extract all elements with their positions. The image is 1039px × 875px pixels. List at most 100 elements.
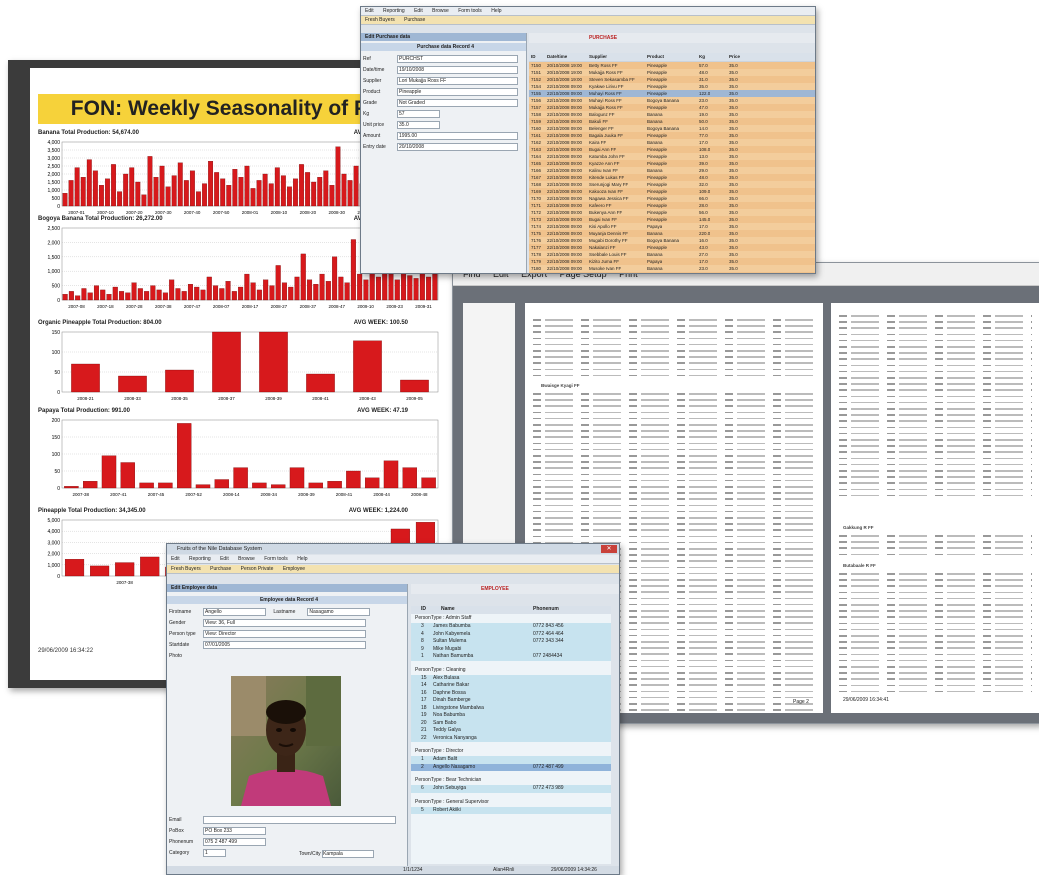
preview-row: [839, 633, 1032, 639]
preview-row-text: [839, 597, 1032, 600]
close-icon[interactable]: ✕: [601, 545, 617, 553]
preview-row-text: [533, 523, 815, 525]
purchase-field-value[interactable]: 35.0: [397, 121, 440, 129]
employee-row[interactable]: 19 Noa Babumba: [411, 712, 611, 720]
emp-menu-edit-2[interactable]: Edit: [220, 556, 229, 562]
employee-cell: John Sebuyiga: [433, 785, 467, 791]
purchase-field-value[interactable]: Pineapple: [397, 88, 518, 96]
tab-emp-purchase[interactable]: Purchase: [210, 566, 231, 572]
preview-row: [839, 375, 1032, 381]
preview-row: [839, 456, 1032, 462]
employee-cell: 6: [421, 785, 424, 791]
menu-help[interactable]: Help: [491, 8, 501, 14]
firstname-field[interactable]: Angello: [203, 608, 266, 616]
emp-menu-form-tools[interactable]: Form tools: [264, 556, 288, 562]
preview-row-text: [839, 401, 1032, 404]
preview-row: [533, 323, 815, 329]
employee-row[interactable]: 9 Mike Mugabi: [411, 645, 611, 653]
purchase-field-value[interactable]: 57: [397, 110, 440, 118]
preview-row-text: [533, 405, 815, 407]
menu-reporting[interactable]: Reporting: [383, 8, 405, 14]
bar: [156, 289, 162, 301]
tab-fresh-buyers[interactable]: Fresh Buyers: [365, 17, 395, 23]
bar: [244, 273, 250, 301]
tab-emp-fresh-buyers[interactable]: Fresh Buyers: [171, 566, 201, 572]
menu-edit-2[interactable]: Edit: [414, 8, 423, 14]
purchase-cell: 22/10/2008 09:00: [547, 272, 582, 273]
person-type-group[interactable]: PersonType : Admin Staff: [411, 615, 611, 623]
preview-row: [533, 447, 815, 453]
tab-purchase[interactable]: Purchase: [404, 17, 425, 23]
person-type-group[interactable]: PersonType : Cleaning: [411, 667, 611, 675]
employee-field-value[interactable]: 07/01/2005: [203, 641, 366, 649]
purchase-field-value[interactable]: Not Graded: [397, 99, 518, 107]
employee-grid[interactable]: ID Name Phonenum PersonType : Admin Staf…: [411, 606, 611, 864]
employee-row[interactable]: 1 Adam Balit: [411, 756, 611, 764]
employee-row[interactable]: 21 Teddy Galya: [411, 727, 611, 735]
employee-contact-value[interactable]: 075 2 487 499: [203, 838, 266, 846]
x-tick-label: 2008-41: [312, 396, 329, 401]
employee-row[interactable]: 18 Livingstone Mambalwa: [411, 704, 611, 712]
employee-row[interactable]: 22 Veronica Nanyanga: [411, 734, 611, 742]
preview-row: [839, 577, 1032, 583]
menu-edit[interactable]: Edit: [365, 8, 374, 14]
employee-cell: 15: [421, 674, 427, 681]
preview-row-text: [839, 476, 1032, 478]
purchase-grid[interactable]: ID Date/time Supplier Product Kg Price 7150 20/…: [529, 53, 815, 273]
employee-row[interactable]: 17 Dinah Bamberge: [411, 697, 611, 705]
bar: [112, 286, 118, 301]
employee-row[interactable]: 5 Robert Akiiki: [411, 806, 611, 814]
tab-emp-person-private[interactable]: Person Private: [241, 566, 274, 572]
employee-row[interactable]: 20 Sam Babo: [411, 719, 611, 727]
purchase-field-value[interactable]: 19/10/2008: [397, 66, 518, 74]
preview-row-text: [839, 482, 1032, 484]
purchase-field-value[interactable]: 20/10/2008: [397, 143, 518, 151]
menu-browse[interactable]: Browse: [432, 8, 449, 14]
emp-menu-reporting[interactable]: Reporting: [189, 556, 211, 562]
employee-row[interactable]: 2 Angello Nasagamo 0772 487 499: [411, 763, 611, 771]
purchase-field-value[interactable]: 1995.00: [397, 132, 518, 140]
preview-row-text: [839, 647, 1032, 649]
emp-menu-browse[interactable]: Browse: [238, 556, 255, 562]
preview-row: [533, 317, 815, 323]
menu-form-tools[interactable]: Form tools: [458, 8, 482, 14]
purchase-row[interactable]: 7181 22/10/2008 09:00 Babirye Ann FF Pineap…: [529, 272, 815, 273]
employee-cell: Noa Babumba: [433, 712, 465, 718]
employee-row[interactable]: 14 Catharine Bakar: [411, 682, 611, 690]
employee-contact-value[interactable]: [203, 816, 396, 824]
employee-row[interactable]: 1 Nathan Bamumba 077 2484434: [411, 653, 611, 661]
emp-menu-edit[interactable]: Edit: [171, 556, 180, 562]
purchase-field-row: Kg 57: [363, 110, 440, 118]
person-type-group[interactable]: PersonType : General Supervisor: [411, 799, 611, 807]
preview-row: [839, 412, 1032, 418]
emp-menu-help[interactable]: Help: [297, 556, 307, 562]
purchase-field-value[interactable]: PURCHST: [397, 55, 518, 63]
lastname-field[interactable]: Nasagamo: [307, 608, 371, 616]
employee-row[interactable]: 8 Sultan Mulema 0772 343 344: [411, 638, 611, 646]
employee-field-value[interactable]: View: Director: [203, 630, 366, 638]
purchase-cell: Babirye Ann FF: [589, 272, 620, 273]
preview-row-text: [839, 333, 1032, 336]
employee-row[interactable]: 15 Alex Bulasa: [411, 674, 611, 682]
person-type-group[interactable]: PersonType : Director: [411, 748, 611, 756]
purchase-field-value[interactable]: Lori Mukajja Ross FF: [397, 77, 518, 85]
bar: [68, 291, 74, 301]
employee-contact-value[interactable]: PO Box 233: [203, 827, 266, 835]
preview-row: [839, 443, 1032, 449]
y-tick-label: 100: [52, 452, 61, 458]
employee-row[interactable]: 4 John Kabyemela 0772 464 464: [411, 630, 611, 638]
person-type-group[interactable]: PersonType : Bear Technician: [411, 777, 611, 785]
bar: [268, 183, 274, 207]
employee-cell: 0772 473 989: [533, 785, 564, 791]
employee-cell: 8: [421, 638, 424, 644]
preview-row-text: [839, 383, 1032, 385]
employee-row[interactable]: 16 Daphne Bossa: [411, 689, 611, 697]
employee-field-value[interactable]: View: 36, Full: [203, 619, 366, 627]
tab-emp-employee[interactable]: Employee: [283, 566, 305, 572]
employee-row[interactable]: 6 John Sebuyiga 0772 473 989: [411, 785, 611, 793]
employee-cell: Dinah Bamberge: [433, 697, 471, 703]
employee-contact-value[interactable]: 1: [203, 849, 226, 857]
y-tick-label: 0: [57, 486, 60, 492]
employee-row[interactable]: 3 James Babumba 0772 843 456: [411, 623, 611, 631]
town-field[interactable]: Kampala: [322, 850, 375, 858]
